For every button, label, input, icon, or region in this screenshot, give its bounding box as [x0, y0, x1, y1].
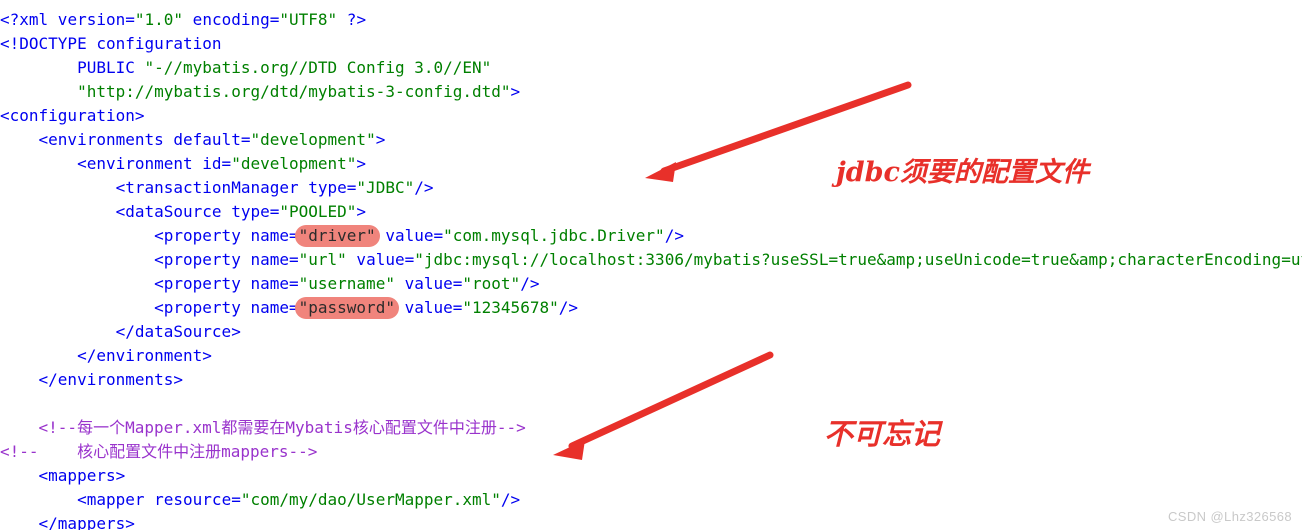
comment-text-mapper-register: <!--每一个Mapper.xml都需要在Mybatis核心配置文件中注册--> — [38, 418, 526, 437]
code-line-property-password: <property name="password" value="1234567… — [154, 297, 578, 319]
highlight-driver: "driver" — [294, 225, 380, 247]
highlight-password: "password" — [294, 297, 399, 319]
code-line-transaction-manager: <transactionManager type="JDBC"/> — [115, 178, 434, 197]
code-line-doctype-dtd: "http://mybatis.org/dtd/mybatis-3-config… — [0, 82, 521, 101]
code-line-datasource-close: </dataSource> — [115, 322, 241, 341]
annotation-jdbc-config: jdbc须要的配置文件 — [836, 157, 1089, 188]
code-line-environment-close: </environment> — [77, 346, 212, 365]
code-line-configuration-open: <configuration> — [0, 106, 145, 125]
code-line-property-driver: <property name="driver" value="com.mysql… — [154, 225, 684, 247]
code-line-doctype: <!DOCTYPE configuration — [0, 34, 222, 53]
code-line-property-url: <property name="url" value="jdbc:mysql:/… — [154, 250, 1302, 269]
code-line-mapper-resource: <mapper resource="com/my/dao/UserMapper.… — [77, 490, 521, 509]
xml-code-block: <?xml version="1.0" encoding="UTF8" ?> <… — [0, 0, 1302, 530]
code-line-comment-mapper-register: <!--每一个Mapper.xml都需要在Mybatis核心配置文件中注册--> — [0, 416, 1302, 440]
code-line-doctype-public: PUBLIC "-//mybatis.org//DTD Config 3.0//… — [0, 58, 492, 77]
code-line-datasource-open: <dataSource type="POOLED"> — [115, 202, 367, 221]
watermark-label: CSDN @Lhz326568 — [1168, 509, 1292, 524]
code-line-environments-open: <environments default="development"> — [38, 130, 386, 149]
code-line-mappers-open: <mappers> — [38, 466, 126, 485]
screenshot-canvas: <?xml version="1.0" encoding="UTF8" ?> <… — [0, 0, 1302, 530]
code-line-comment-core-register: <!-- 核心配置文件中注册mappers--> — [0, 440, 1302, 464]
comment-text-core-register: <!-- 核心配置文件中注册mappers--> — [0, 442, 318, 461]
code-line-environments-close: </environments> — [38, 370, 184, 389]
annotation-do-not-forget: 不可忘记 — [824, 417, 941, 451]
code-line-environment-open: <environment id="development"> — [77, 154, 367, 173]
code-line-mappers-close: </mappers> — [38, 514, 135, 530]
code-line-property-username: <property name="username" value="root"/> — [154, 274, 540, 293]
code-line-xml-declaration: <?xml version="1.0" encoding="UTF8" ?> — [0, 10, 367, 29]
